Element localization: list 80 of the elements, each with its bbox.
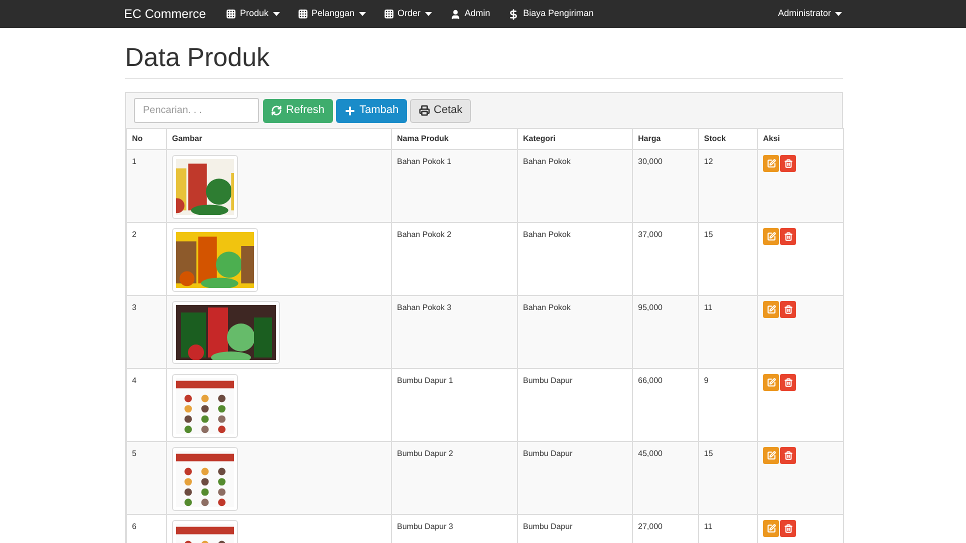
edit-icon [766,159,776,168]
table-cell: 11 [704,522,712,531]
trash-icon [784,159,792,168]
edit-button[interactable] [763,374,779,391]
table-cell: 12 [704,157,713,166]
trash-icon [784,305,792,314]
edit-icon [766,451,776,460]
edit-button[interactable] [763,520,779,537]
nav-link[interactable]: Order [384,7,432,21]
table-cell: 9 [704,376,708,385]
delete-button[interactable] [780,301,796,318]
user-menu[interactable]: Administrator [778,7,842,21]
table-cell: Bumbu Dapur 1 [397,376,454,385]
trash-icon [784,378,792,387]
table-cell: Bumbu Dapur 2 [397,449,454,458]
table-cell: 27,000 [638,522,662,531]
table-cell: Bumbu Dapur [523,449,572,458]
column-header: Harga [638,134,661,143]
grid-icon [226,9,236,19]
table-cell: Bahan Pokok [523,157,571,166]
table-cell: Bahan Pokok 1 [397,157,452,166]
trash-icon [784,524,792,533]
table-cell: 5 [132,449,136,458]
column-header: Stock [704,134,726,143]
column-header: Kategori [523,134,556,143]
table-cell: Bahan Pokok [523,303,571,312]
edit-icon [766,378,776,387]
table-cell: 95,000 [638,303,662,312]
table-cell: 15 [704,230,713,239]
delete-button[interactable] [780,447,796,464]
table-cell: Bahan Pokok [523,230,571,239]
table-cell: 66,000 [638,376,662,385]
trash-icon [784,232,792,241]
column-header: Aksi [763,134,780,143]
delete-button[interactable] [780,374,796,391]
table-cell: Bumbu Dapur [523,522,572,531]
column-header: No [132,134,143,143]
dollar-icon [508,8,520,20]
table-cell: 4 [132,376,136,385]
column-header: Nama Produk [397,134,449,143]
printer-icon [418,105,430,116]
user-icon [450,8,461,20]
plus-icon [344,104,356,116]
edit-icon [766,524,776,533]
table-cell: 3 [132,303,136,312]
table-cell: 1 [132,157,136,166]
grid-icon [298,9,308,19]
nav-link[interactable]: Produk [226,7,280,21]
table-cell: Bumbu Dapur 3 [397,522,454,531]
trash-icon [784,451,792,460]
edit-button[interactable] [763,155,779,172]
column-header: Gambar [172,134,202,143]
table-cell: 2 [132,230,136,239]
table-cell: Bahan Pokok 3 [397,303,452,312]
delete-button[interactable] [780,155,796,172]
edit-button[interactable] [763,301,779,318]
delete-button[interactable] [780,520,796,537]
nav-link[interactable]: Admin [450,7,490,21]
page-title: Data Produk [125,40,843,79]
grid-icon [384,9,394,19]
table-cell: 30,000 [638,157,662,166]
edit-icon [766,305,776,314]
edit-icon [766,232,776,241]
refresh-icon [271,105,282,116]
add-button[interactable]: Tambah [336,98,407,122]
nav-link[interactable]: Biaya Pengiriman [508,7,594,21]
search-field[interactable]: Pencarian. . . [134,98,259,123]
brand-link[interactable]: EC Commerce [124,4,206,24]
table-cell: 37,000 [638,230,662,239]
table-cell: 45,000 [638,449,662,458]
edit-button[interactable] [763,228,779,245]
table-cell: 6 [132,522,136,531]
table-cell: Bumbu Dapur [523,376,572,385]
delete-button[interactable] [780,228,796,245]
table-cell: Bahan Pokok 2 [397,230,452,239]
table-cell: 15 [704,449,713,458]
nav-link[interactable]: Pelanggan [298,7,366,21]
print-button[interactable]: Cetak [410,98,472,122]
table-cell: 11 [704,303,712,312]
edit-button[interactable] [763,447,779,464]
